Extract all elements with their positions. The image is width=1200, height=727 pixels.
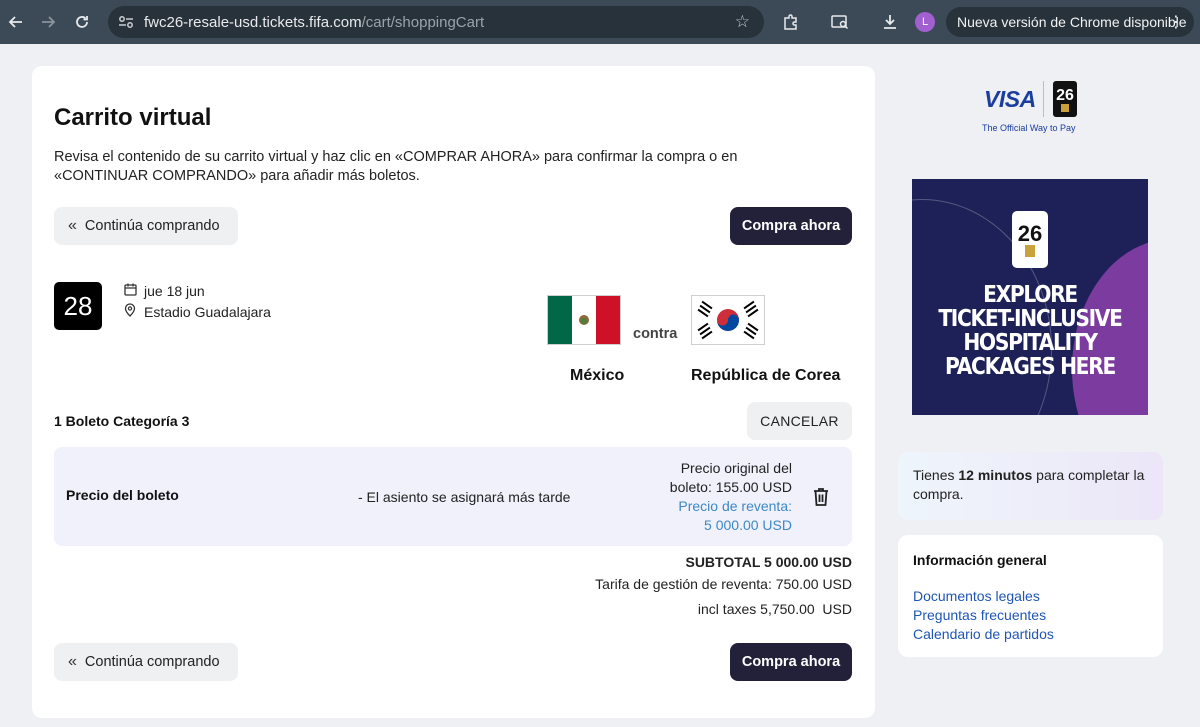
ticket-price-label: Precio del boleto: [66, 487, 179, 503]
chrome-update-button[interactable]: Nueva versión de Chrome disponible ⋮: [946, 7, 1194, 37]
buy-now-button-bottom[interactable]: Compra ahora: [730, 643, 852, 681]
home-team-name: México: [570, 367, 625, 384]
url-path: /cart/shoppingCart: [361, 13, 485, 31]
resale-price-line2: 5 000.00 USD: [704, 517, 792, 533]
cart-card: Carrito virtual Revisa el contenido de s…: [32, 66, 875, 718]
cart-description: Revisa el contenido de su carrito virtua…: [54, 149, 738, 184]
cancel-button[interactable]: CANCELAR: [747, 402, 852, 440]
resale-fee: Tarifa de gestión de reventa: 750.00 USD: [595, 576, 852, 592]
banner-headline: EXPLORE TICKET-INCLUSIVE HOSPITALITY PAC…: [926, 283, 1134, 379]
update-label: Nueva versión de Chrome disponible: [957, 14, 1187, 30]
svg-text:26: 26: [1056, 87, 1074, 104]
match-date: jue 18 jun: [124, 283, 205, 299]
versus-label: contra: [633, 326, 678, 342]
resale-price-line1: Precio de reventa:: [678, 498, 792, 514]
svg-text:26: 26: [1018, 221, 1042, 246]
fifa-trophy-icon: 26: [1053, 81, 1077, 117]
page-title: Carrito virtual: [54, 104, 212, 131]
timer-minutes: 12 minutos: [958, 467, 1033, 483]
hospitality-banner[interactable]: 26 EXPLORE TICKET-INCLUSIVE HOSPITALITY …: [912, 179, 1148, 415]
banner-line-2: TICKET-INCLUSIVE: [938, 306, 1123, 332]
total-incl-taxes: incl taxes 5,750.00 USD: [697, 601, 852, 617]
ticket-price-details: Precio original del boleto: 155.00 USD P…: [652, 459, 792, 535]
site-settings-icon[interactable]: [118, 15, 140, 29]
info-title: Información general: [913, 552, 1047, 568]
continue-shopping-label: Continúa comprando: [84, 654, 220, 670]
url-text: fwc26-resale-usd.tickets.fifa.com/cart/s…: [144, 14, 484, 31]
match-venue: Estadio Guadalajara: [124, 303, 271, 320]
forward-icon[interactable]: [33, 7, 63, 37]
double-chevron-left-icon: «: [68, 653, 77, 670]
url-domain: fwc26-resale-usd.tickets.fifa.com: [144, 13, 362, 31]
back-icon[interactable]: [1, 7, 31, 37]
tab-search-icon[interactable]: [825, 7, 855, 37]
banner-line-3: HOSPITALITY: [963, 330, 1098, 356]
continue-shopping-button-top[interactable]: « Continúa comprando: [54, 207, 238, 245]
download-icon[interactable]: [875, 7, 905, 37]
match-date-text: jue 18 jun: [144, 283, 205, 299]
banner-line-4: PACKAGES HERE: [945, 354, 1116, 380]
profile-avatar[interactable]: L: [915, 12, 935, 32]
timer-prefix: Tienes: [913, 467, 959, 483]
extensions-icon[interactable]: [775, 7, 805, 37]
legal-documents-link[interactable]: Documentos legales: [913, 587, 1148, 606]
fifa-26-logo-icon: 26: [1012, 211, 1048, 268]
ticket-row: Precio del boleto - El asiento se asigna…: [54, 447, 852, 546]
seat-note: - El asiento se asignará más tarde: [358, 489, 571, 505]
banner-line-1: EXPLORE: [983, 282, 1078, 308]
korea-flag: [691, 295, 765, 345]
continue-shopping-label: Continúa comprando: [84, 218, 220, 234]
browser-toolbar: fwc26-resale-usd.tickets.fifa.com/cart/s…: [0, 0, 1200, 44]
faq-link[interactable]: Preguntas frecuentes: [913, 606, 1148, 625]
continue-shopping-button-bottom[interactable]: « Continúa comprando: [54, 643, 238, 681]
ticket-count-label: 1 Boleto Categoría 3: [54, 413, 190, 429]
calendar-icon: [124, 283, 144, 299]
double-chevron-left-icon: «: [68, 217, 77, 234]
subtotal: SUBTOTAL 5 000.00 USD: [685, 554, 852, 570]
location-pin-icon: [124, 303, 144, 320]
visa-fifa-logo: VISA 26 The Official Way to Pay: [982, 80, 1082, 140]
original-price-line2: boleto: 155.00 USD: [669, 479, 792, 495]
trash-icon[interactable]: [812, 487, 830, 507]
match-day-badge: 28: [54, 282, 102, 330]
logo-divider: [1043, 81, 1044, 117]
general-info-card: Información general Documentos legales P…: [898, 535, 1163, 657]
bookmark-star-icon[interactable]: ☆: [735, 12, 750, 32]
buy-now-button-top[interactable]: Compra ahora: [730, 207, 852, 245]
more-menu-icon[interactable]: ⋮: [1168, 12, 1184, 32]
countdown-notice: Tienes 12 minutos para completar la comp…: [898, 452, 1163, 520]
reload-icon[interactable]: [67, 7, 97, 37]
match-venue-text: Estadio Guadalajara: [144, 303, 271, 320]
match-calendar-link[interactable]: Calendario de partidos: [913, 625, 1148, 644]
away-team-name: República de Corea: [691, 367, 841, 384]
visa-tagline: The Official Way to Pay: [982, 123, 1076, 133]
original-price-line1: Precio original del: [680, 460, 792, 476]
address-bar[interactable]: fwc26-resale-usd.tickets.fifa.com/cart/s…: [108, 6, 764, 38]
mexico-flag: [547, 295, 621, 345]
visa-wordmark: VISA: [984, 86, 1036, 112]
